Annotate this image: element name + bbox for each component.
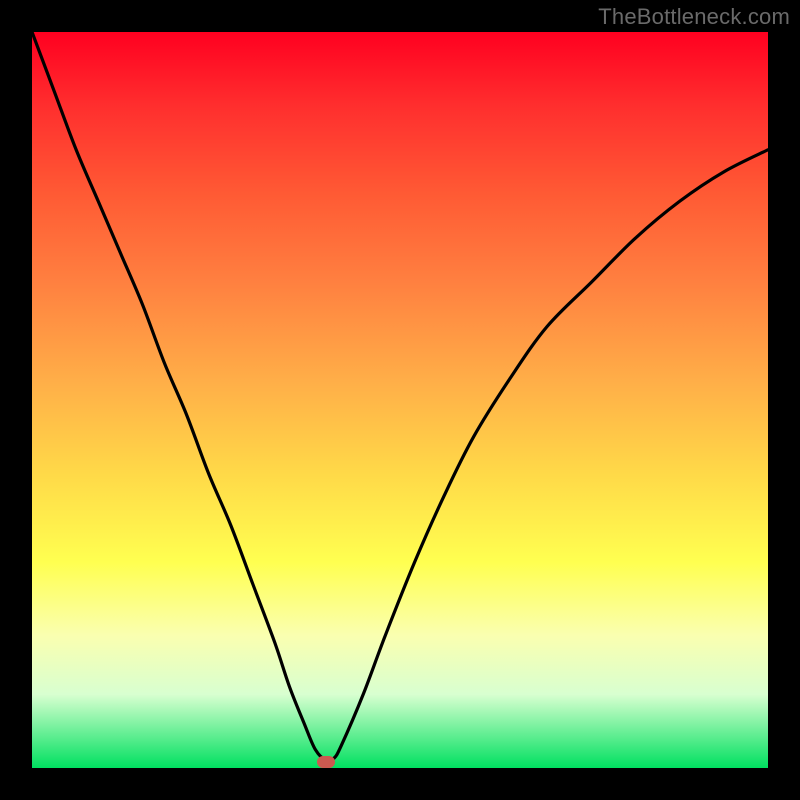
watermark-text: TheBottleneck.com — [598, 4, 790, 30]
min-marker — [317, 756, 335, 768]
bottleneck-curve — [32, 32, 768, 768]
plot-area — [32, 32, 768, 768]
chart-frame: TheBottleneck.com — [0, 0, 800, 800]
